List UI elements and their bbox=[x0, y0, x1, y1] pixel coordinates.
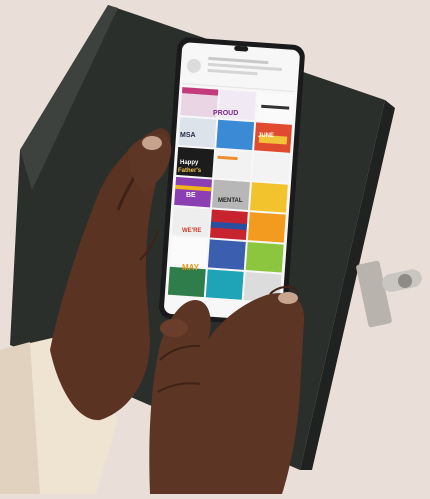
tile-text-msa: MSA bbox=[180, 132, 196, 139]
tile-text-be: BE bbox=[186, 192, 196, 199]
photo-scene: PROUD MSA JUNE Happy Father's MENTAL BE … bbox=[0, 0, 430, 494]
photo-illustration bbox=[0, 0, 430, 494]
tile-text-may: MAY bbox=[182, 263, 200, 272]
tile-text-father-2: Father's bbox=[178, 168, 202, 174]
camera-notch bbox=[234, 45, 249, 52]
tile-text-father: Happy bbox=[180, 160, 199, 166]
smartphone bbox=[159, 37, 305, 327]
tile-text-june: JUNE bbox=[258, 133, 275, 139]
tile-text-were: WE'RE bbox=[182, 228, 202, 234]
tile-text-mental: MENTAL bbox=[218, 198, 243, 204]
tile-text-proud: PROUD bbox=[213, 110, 239, 117]
